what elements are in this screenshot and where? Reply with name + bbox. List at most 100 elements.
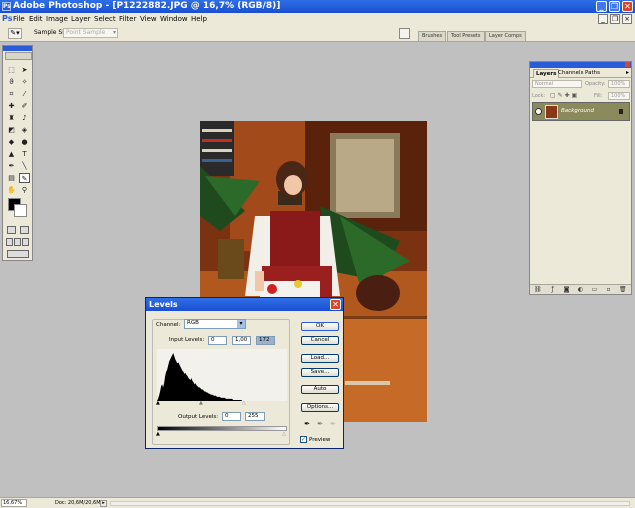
black-eyedropper-icon[interactable]: ✒: [303, 420, 311, 428]
tab-tool-presets[interactable]: Tool Presets: [447, 31, 485, 41]
save-button[interactable]: Save...: [301, 368, 339, 377]
notes-tool-icon[interactable]: ▤: [6, 173, 17, 183]
pen-tool-icon[interactable]: ✒: [6, 161, 17, 171]
new-layer-icon[interactable]: ▫: [605, 286, 612, 293]
menu-window[interactable]: Window: [160, 13, 188, 25]
marquee-tool-icon[interactable]: ⬚: [6, 65, 17, 75]
eraser-tool-icon[interactable]: ◩: [6, 125, 17, 135]
sample-size-select[interactable]: Point Sample ▾: [63, 28, 118, 38]
add-mask-icon[interactable]: ◙: [563, 286, 570, 293]
eyedropper-tool-preset-icon[interactable]: ✎▾: [8, 28, 22, 39]
close-icon[interactable]: [625, 62, 630, 67]
output-white-slider[interactable]: △: [282, 431, 286, 437]
lasso-tool-icon[interactable]: ϑ: [6, 77, 17, 87]
toolbox-header[interactable]: [3, 46, 32, 51]
clone-stamp-tool-icon[interactable]: ♜: [6, 113, 17, 123]
restore-button[interactable]: ❐: [609, 1, 620, 12]
screen-mode-full-icon[interactable]: [22, 238, 29, 246]
standard-mode-icon[interactable]: [7, 226, 16, 234]
menu-select[interactable]: Select: [94, 13, 116, 25]
levels-title-bar[interactable]: Levels ✕: [146, 298, 343, 311]
dodge-tool-icon[interactable]: ●: [19, 137, 30, 147]
brush-tool-icon[interactable]: ✐: [19, 101, 30, 111]
history-brush-tool-icon[interactable]: ♪: [19, 113, 30, 123]
opacity-input[interactable]: 100%: [608, 80, 630, 88]
zoom-tool-icon[interactable]: ⚲: [19, 185, 30, 195]
quick-mask-mode-icon[interactable]: [20, 226, 29, 234]
link-layers-icon[interactable]: ⛓: [534, 286, 542, 293]
adobe-feather-icon[interactable]: [5, 52, 32, 60]
fill-input[interactable]: 100%: [608, 92, 630, 100]
lock-icons[interactable]: ▢ ✎ ✚ ▣: [550, 92, 577, 99]
crop-tool-icon[interactable]: ⌗: [6, 89, 17, 99]
input-gamma-slider[interactable]: ▲: [199, 400, 203, 406]
screen-mode-standard-icon[interactable]: [6, 238, 13, 246]
tab-channels[interactable]: Channels: [556, 69, 585, 78]
input-white-slider[interactable]: △: [242, 400, 246, 406]
ok-button[interactable]: OK: [301, 322, 339, 331]
doc-close-button[interactable]: ×: [622, 14, 632, 24]
status-menu-icon[interactable]: ▸: [100, 500, 107, 507]
gray-eyedropper-icon[interactable]: ✒: [316, 420, 324, 428]
layer-row-background[interactable]: Background: [532, 102, 630, 121]
path-selection-tool-icon[interactable]: ▲: [6, 149, 17, 159]
eye-icon[interactable]: [535, 108, 542, 115]
blur-tool-icon[interactable]: ◆: [6, 137, 17, 147]
menu-filter[interactable]: Filter: [119, 13, 136, 25]
doc-restore-button[interactable]: ❐: [610, 14, 620, 24]
line-tool-icon[interactable]: ╲: [19, 161, 30, 171]
paint-bucket-tool-icon[interactable]: ◈: [19, 125, 30, 135]
tab-paths[interactable]: Paths: [583, 69, 602, 78]
output-gradient-bar: [157, 426, 287, 431]
menu-view[interactable]: View: [140, 13, 157, 25]
hand-tool-icon[interactable]: ✋: [6, 185, 17, 195]
menu-edit[interactable]: Edit: [29, 13, 43, 25]
document-icon[interactable]: Ps: [2, 14, 12, 24]
healing-brush-tool-icon[interactable]: ✚: [6, 101, 17, 111]
close-icon[interactable]: ✕: [330, 299, 341, 310]
output-black-slider[interactable]: ▲: [156, 431, 160, 437]
jump-to-imageready-icon[interactable]: [7, 250, 29, 258]
tab-layer-comps[interactable]: Layer Comps: [485, 31, 526, 41]
photoshop-app-icon: Ps: [2, 2, 11, 11]
tab-brushes[interactable]: Brushes: [418, 31, 447, 41]
doc-minimize-button[interactable]: _: [598, 14, 608, 24]
layer-style-icon[interactable]: ƒ: [549, 286, 556, 293]
menu-layer[interactable]: Layer: [71, 13, 91, 25]
slice-tool-icon[interactable]: ⁄: [19, 89, 30, 99]
menu-image[interactable]: Image: [46, 13, 68, 25]
menu-help[interactable]: Help: [191, 13, 207, 25]
cancel-button[interactable]: Cancel: [301, 336, 339, 345]
input-gamma-field[interactable]: 1,00: [232, 336, 251, 345]
options-button[interactable]: Options...: [301, 403, 339, 412]
output-white-field[interactable]: 255: [245, 412, 265, 421]
channel-select[interactable]: RGB ▾: [184, 319, 246, 329]
output-black-field[interactable]: 0: [222, 412, 241, 421]
menu-file[interactable]: File: [13, 13, 25, 25]
input-black-slider[interactable]: ▲: [156, 400, 160, 406]
auto-button[interactable]: Auto: [301, 385, 339, 394]
white-eyedropper-icon[interactable]: ✒: [329, 420, 337, 428]
trash-icon[interactable]: 🗑: [619, 286, 627, 293]
lock-label: Lock:: [532, 93, 546, 99]
magic-wand-tool-icon[interactable]: ✧: [19, 77, 30, 87]
zoom-field[interactable]: 16,67%: [1, 499, 27, 507]
new-group-icon[interactable]: ▭: [591, 286, 598, 293]
background-color-swatch[interactable]: [14, 204, 27, 217]
input-white-field[interactable]: 172: [256, 336, 275, 345]
minimize-button[interactable]: _: [596, 1, 607, 12]
preview-checkbox[interactable]: ✓: [300, 436, 307, 443]
blend-mode-select[interactable]: Normal: [532, 80, 582, 88]
type-tool-icon[interactable]: T: [19, 149, 30, 159]
eyedropper-tool-icon[interactable]: ✎: [19, 173, 30, 183]
output-levels-label: Output Levels:: [178, 414, 219, 420]
load-button[interactable]: Load...: [301, 354, 339, 363]
horizontal-scrollbar[interactable]: [110, 501, 630, 506]
input-black-field[interactable]: 0: [208, 336, 227, 345]
panel-menu-icon[interactable]: ▸: [626, 69, 629, 76]
screen-mode-full-menu-icon[interactable]: [14, 238, 21, 246]
close-button[interactable]: ✕: [622, 1, 633, 12]
adjustment-layer-icon[interactable]: ◐: [577, 286, 584, 293]
move-tool-icon[interactable]: ➤: [19, 65, 30, 75]
palette-well-icon[interactable]: [399, 28, 410, 39]
